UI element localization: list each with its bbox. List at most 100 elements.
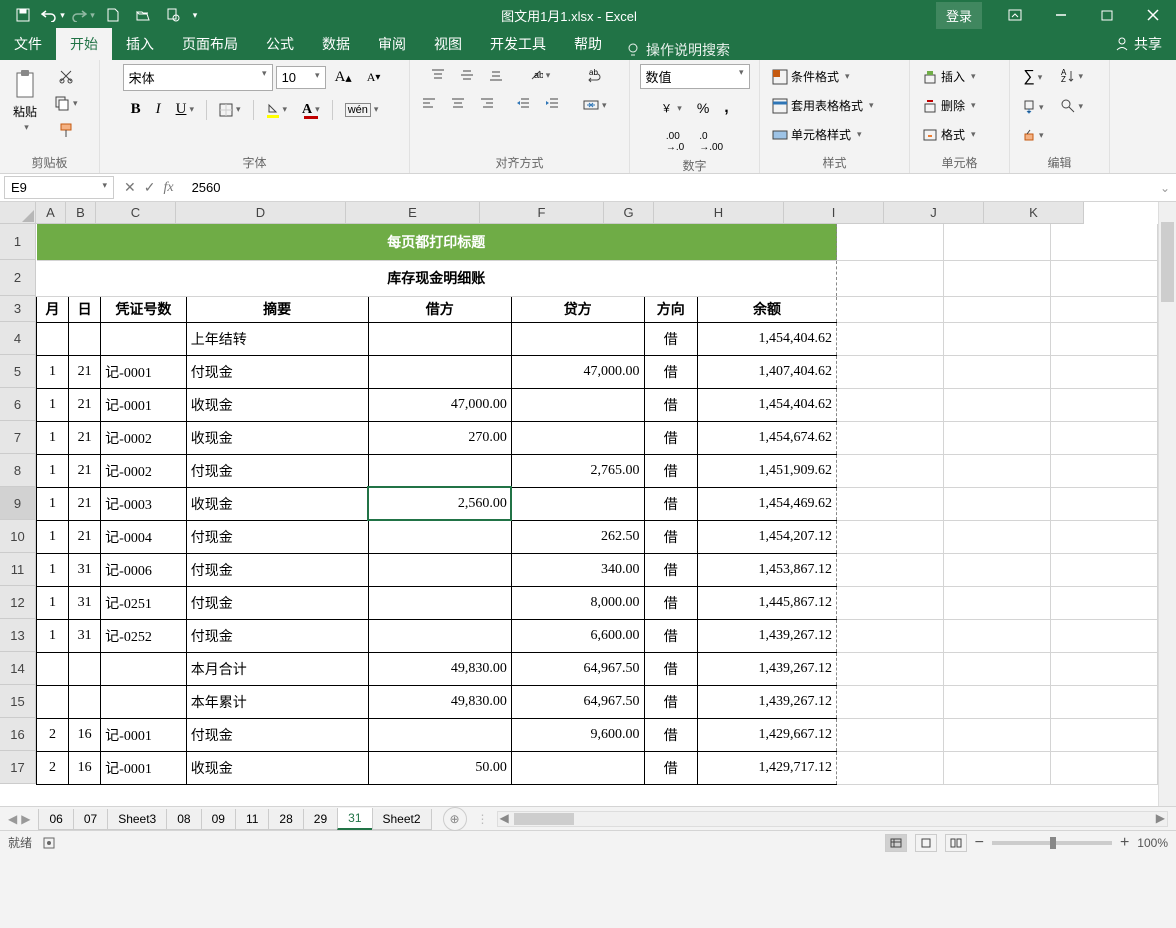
cell[interactable]: 47,000.00 (511, 355, 644, 388)
cell[interactable] (1050, 718, 1157, 751)
tab-formulas[interactable]: 公式 (252, 28, 308, 60)
cell[interactable] (837, 652, 944, 685)
cell[interactable]: 21 (69, 388, 101, 421)
cell[interactable] (837, 520, 944, 553)
format-cells-button[interactable]: 格式▾ (916, 122, 982, 147)
cell[interactable] (943, 619, 1050, 652)
cell[interactable]: 1 (37, 454, 69, 487)
cell[interactable]: 1,429,717.12 (697, 751, 836, 784)
cell[interactable]: 1,451,909.62 (697, 454, 836, 487)
cell[interactable] (837, 322, 944, 355)
cell[interactable] (1050, 260, 1157, 296)
cell[interactable]: 记-0001 (101, 718, 187, 751)
minimize-icon[interactable] (1038, 0, 1084, 30)
table-header[interactable]: 日 (69, 296, 101, 322)
row-header[interactable]: 9 (0, 487, 36, 520)
row-header[interactable]: 12 (0, 586, 36, 619)
cell[interactable]: 9,600.00 (511, 718, 644, 751)
cell[interactable] (1050, 388, 1157, 421)
cell[interactable]: 21 (69, 487, 101, 520)
row-header[interactable]: 8 (0, 454, 36, 487)
cell[interactable] (368, 718, 511, 751)
column-header[interactable]: H (654, 202, 784, 224)
table-header[interactable]: 方向 (644, 296, 697, 322)
increase-indent-icon[interactable] (539, 92, 565, 114)
cell[interactable] (368, 520, 511, 553)
cell[interactable]: 记-0006 (101, 553, 187, 586)
autosum-icon[interactable]: ∑▾ (1017, 64, 1048, 90)
cell[interactable]: 21 (69, 520, 101, 553)
cell[interactable]: 借 (644, 388, 697, 421)
sheet-tab[interactable]: 31 (337, 808, 372, 830)
cell[interactable]: 借 (644, 553, 697, 586)
cell[interactable] (1050, 454, 1157, 487)
border-icon[interactable]: ▾ (213, 99, 247, 121)
cell[interactable] (837, 751, 944, 784)
cell[interactable] (368, 586, 511, 619)
cell[interactable]: 借 (644, 355, 697, 388)
spreadsheet-grid[interactable]: ABCDEFGHIJK 1234567891011121314151617 每页… (0, 202, 1176, 806)
view-normal-icon[interactable] (885, 834, 907, 852)
row-header[interactable]: 7 (0, 421, 36, 454)
cell[interactable]: 1,454,404.62 (697, 388, 836, 421)
print-preview-icon[interactable] (158, 0, 188, 30)
cell[interactable]: 借 (644, 586, 697, 619)
cell[interactable] (69, 322, 101, 355)
horizontal-scrollbar[interactable]: ◀ ▶ (497, 811, 1168, 827)
cell[interactable]: 31 (69, 619, 101, 652)
table-header[interactable]: 月 (37, 296, 69, 322)
column-header[interactable]: F (480, 202, 604, 224)
cell[interactable]: 借 (644, 685, 697, 718)
new-sheet-button[interactable]: ⊕ (443, 807, 467, 831)
cell[interactable] (1050, 322, 1157, 355)
cell[interactable]: 1 (37, 553, 69, 586)
cell[interactable]: 记-0252 (101, 619, 187, 652)
save-icon[interactable] (8, 0, 38, 30)
bold-icon[interactable]: B (125, 97, 147, 122)
macro-record-icon[interactable] (42, 836, 56, 850)
cell[interactable]: 8,000.00 (511, 586, 644, 619)
cell[interactable] (37, 322, 69, 355)
cell[interactable]: 记-0004 (101, 520, 187, 553)
cell[interactable]: 记-0001 (101, 751, 187, 784)
column-header[interactable]: I (784, 202, 884, 224)
cell[interactable] (1050, 652, 1157, 685)
cell[interactable] (1050, 224, 1157, 260)
sheet-nav-next-icon[interactable]: ▶ (21, 812, 30, 826)
cell[interactable] (943, 685, 1050, 718)
cell[interactable]: 收现金 (186, 421, 368, 454)
cell[interactable] (837, 553, 944, 586)
cell[interactable]: 付现金 (186, 586, 368, 619)
cell[interactable] (837, 224, 944, 260)
cell[interactable]: 借 (644, 322, 697, 355)
cell[interactable]: 21 (69, 355, 101, 388)
cell[interactable]: 1,454,674.62 (697, 421, 836, 454)
table-format-button[interactable]: 套用表格格式▾ (766, 93, 880, 118)
row-header[interactable]: 11 (0, 553, 36, 586)
cell[interactable] (943, 322, 1050, 355)
enter-icon[interactable]: ✓ (144, 179, 156, 196)
cell[interactable] (1050, 751, 1157, 784)
tab-review[interactable]: 审阅 (364, 28, 420, 60)
tab-insert[interactable]: 插入 (112, 28, 168, 60)
cell[interactable] (837, 355, 944, 388)
decrease-decimal-icon[interactable]: .0→.00 (693, 127, 729, 157)
cell[interactable]: 1 (37, 586, 69, 619)
cell[interactable] (943, 487, 1050, 520)
cell[interactable]: 1 (37, 487, 69, 520)
decrease-indent-icon[interactable] (510, 92, 536, 114)
column-header[interactable]: G (604, 202, 654, 224)
cell[interactable] (368, 355, 511, 388)
cell[interactable] (837, 296, 944, 322)
open-icon[interactable] (128, 0, 158, 30)
cell[interactable]: 付现金 (186, 520, 368, 553)
row-header[interactable]: 1 (0, 224, 36, 260)
comma-icon[interactable]: , (718, 95, 734, 121)
row-header[interactable]: 4 (0, 322, 36, 355)
cell[interactable]: 64,967.50 (511, 685, 644, 718)
cell[interactable] (511, 388, 644, 421)
column-header[interactable]: D (176, 202, 346, 224)
select-all-corner[interactable] (0, 202, 36, 224)
cell[interactable]: 上年结转 (186, 322, 368, 355)
format-painter-icon[interactable] (52, 118, 80, 142)
